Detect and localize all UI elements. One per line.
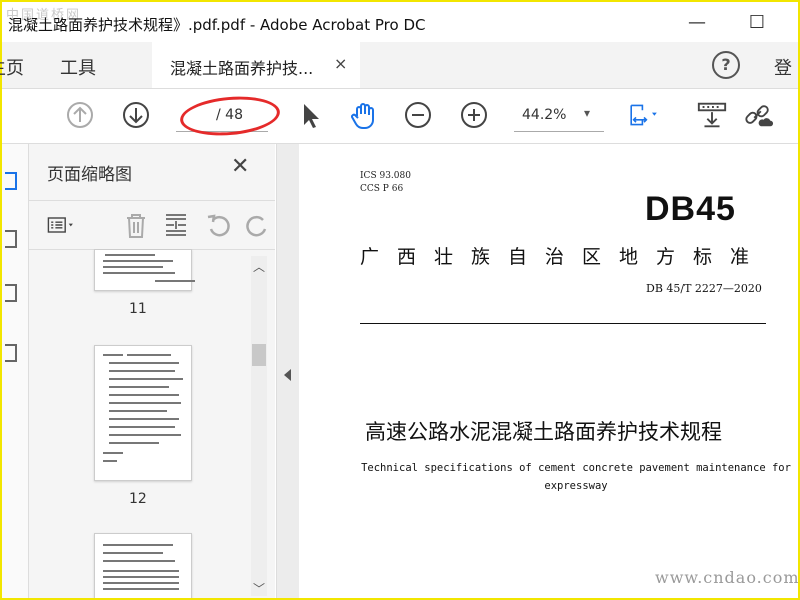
divider-rule (360, 323, 766, 324)
tab-bar: 主页 工具 混凝土路面养护技... × ? 登 (0, 42, 798, 89)
document-view[interactable]: ICS 93.080 CCS P 66 DB45 广西壮族自治区地方标准 DB … (299, 144, 798, 598)
maximize-button[interactable]: ☐ (742, 10, 772, 36)
login-link[interactable]: 登 (774, 54, 792, 80)
title-bar: 中国道桥网 混凝土路面养护技术规程》.pdf.pdf - Adobe Acrob… (2, 2, 798, 42)
thumbnail-page-number: 12 (129, 491, 147, 507)
document-title-cn: 高速公路水泥混凝土路面养护技术规程 (365, 420, 722, 444)
panel-splitter[interactable] (276, 144, 300, 598)
scroll-up-icon[interactable]: ︿ (253, 258, 265, 275)
collapse-panel-icon[interactable] (284, 369, 291, 381)
scroll-mode-icon[interactable] (696, 99, 728, 131)
thumbnail-list: 11 12 (29, 249, 259, 598)
share-link-icon[interactable] (742, 99, 774, 131)
options-menu-icon[interactable] (47, 211, 75, 239)
tab-document-label: 混凝土路面养护技... (170, 59, 314, 78)
zoom-in-icon[interactable] (458, 99, 490, 131)
fit-width-icon[interactable] (628, 99, 660, 131)
rotate-clockwise-icon[interactable] (243, 211, 271, 239)
ics-code: ICS 93.080 (360, 171, 411, 181)
region-standard-heading: 广西壮族自治区地方标准 (360, 246, 768, 268)
previous-page-icon[interactable] (64, 99, 96, 131)
delete-page-icon[interactable] (122, 211, 150, 239)
zoom-value: 44.2% (522, 107, 567, 123)
panel-title: 页面缩略图 (47, 165, 132, 185)
document-title-en-line2: expressway (544, 480, 608, 492)
tab-tools[interactable]: 工具 (60, 54, 96, 80)
zoom-out-icon[interactable] (402, 99, 434, 131)
zoom-select[interactable]: 44.2% ▾ (514, 101, 604, 132)
window-title: 混凝土路面养护技术规程》.pdf.pdf - Adobe Acrobat Pro… (8, 16, 426, 34)
thumbnail-page-number: 11 (129, 301, 147, 317)
next-page-icon[interactable] (120, 99, 152, 131)
scrollbar-thumb[interactable] (252, 344, 266, 366)
toolbar: / 48 44.2% ▾ (2, 89, 798, 144)
thumbnails-panel: 页面缩略图 ✕ 11 12 ︿ ﹀ (29, 144, 275, 598)
select-tool-icon[interactable] (294, 99, 326, 131)
ics-ccs-codes: ICS 93.080 CCS P 66 (360, 170, 411, 196)
thumbnail-page-13[interactable] (94, 533, 192, 598)
left-nav-rail (2, 144, 29, 598)
thumbnail-page-12[interactable] (94, 345, 192, 481)
watermark-bottom: www.cndao.com (655, 568, 798, 587)
tab-document[interactable]: 混凝土路面养护技... × (152, 42, 360, 88)
page-thumbnails-rail-icon[interactable] (5, 172, 17, 190)
chevron-down-icon: ▾ (584, 106, 591, 120)
ccs-code: CCS P 66 (360, 184, 404, 194)
red-annotation-ellipse (178, 92, 282, 140)
document-title-en-line1: Technical specifications of cement concr… (361, 462, 791, 474)
insert-page-icon[interactable] (162, 211, 190, 239)
close-tab-icon[interactable]: × (334, 54, 347, 73)
standard-code: DB45 (645, 190, 736, 228)
bookmarks-rail-icon[interactable] (5, 230, 17, 248)
help-icon[interactable]: ? (712, 51, 740, 79)
standard-number: DB 45/T 2227—2020 (646, 282, 762, 295)
scroll-down-icon[interactable]: ﹀ (253, 580, 265, 597)
document-title-en: Technical specifications of cement concr… (341, 459, 798, 495)
attachments-rail-icon[interactable] (5, 284, 17, 302)
minimize-button[interactable]: — (682, 10, 712, 36)
close-panel-icon[interactable]: ✕ (231, 154, 249, 179)
hand-tool-icon[interactable] (348, 99, 380, 131)
panel-toolbar (29, 200, 275, 250)
rotate-counterclockwise-icon[interactable] (205, 211, 233, 239)
layers-rail-icon[interactable] (5, 344, 17, 362)
thumbnail-page-11[interactable] (94, 249, 195, 291)
thumbnail-scrollbar[interactable]: ︿ ﹀ (251, 256, 267, 596)
tab-home[interactable]: 主页 (0, 54, 24, 80)
